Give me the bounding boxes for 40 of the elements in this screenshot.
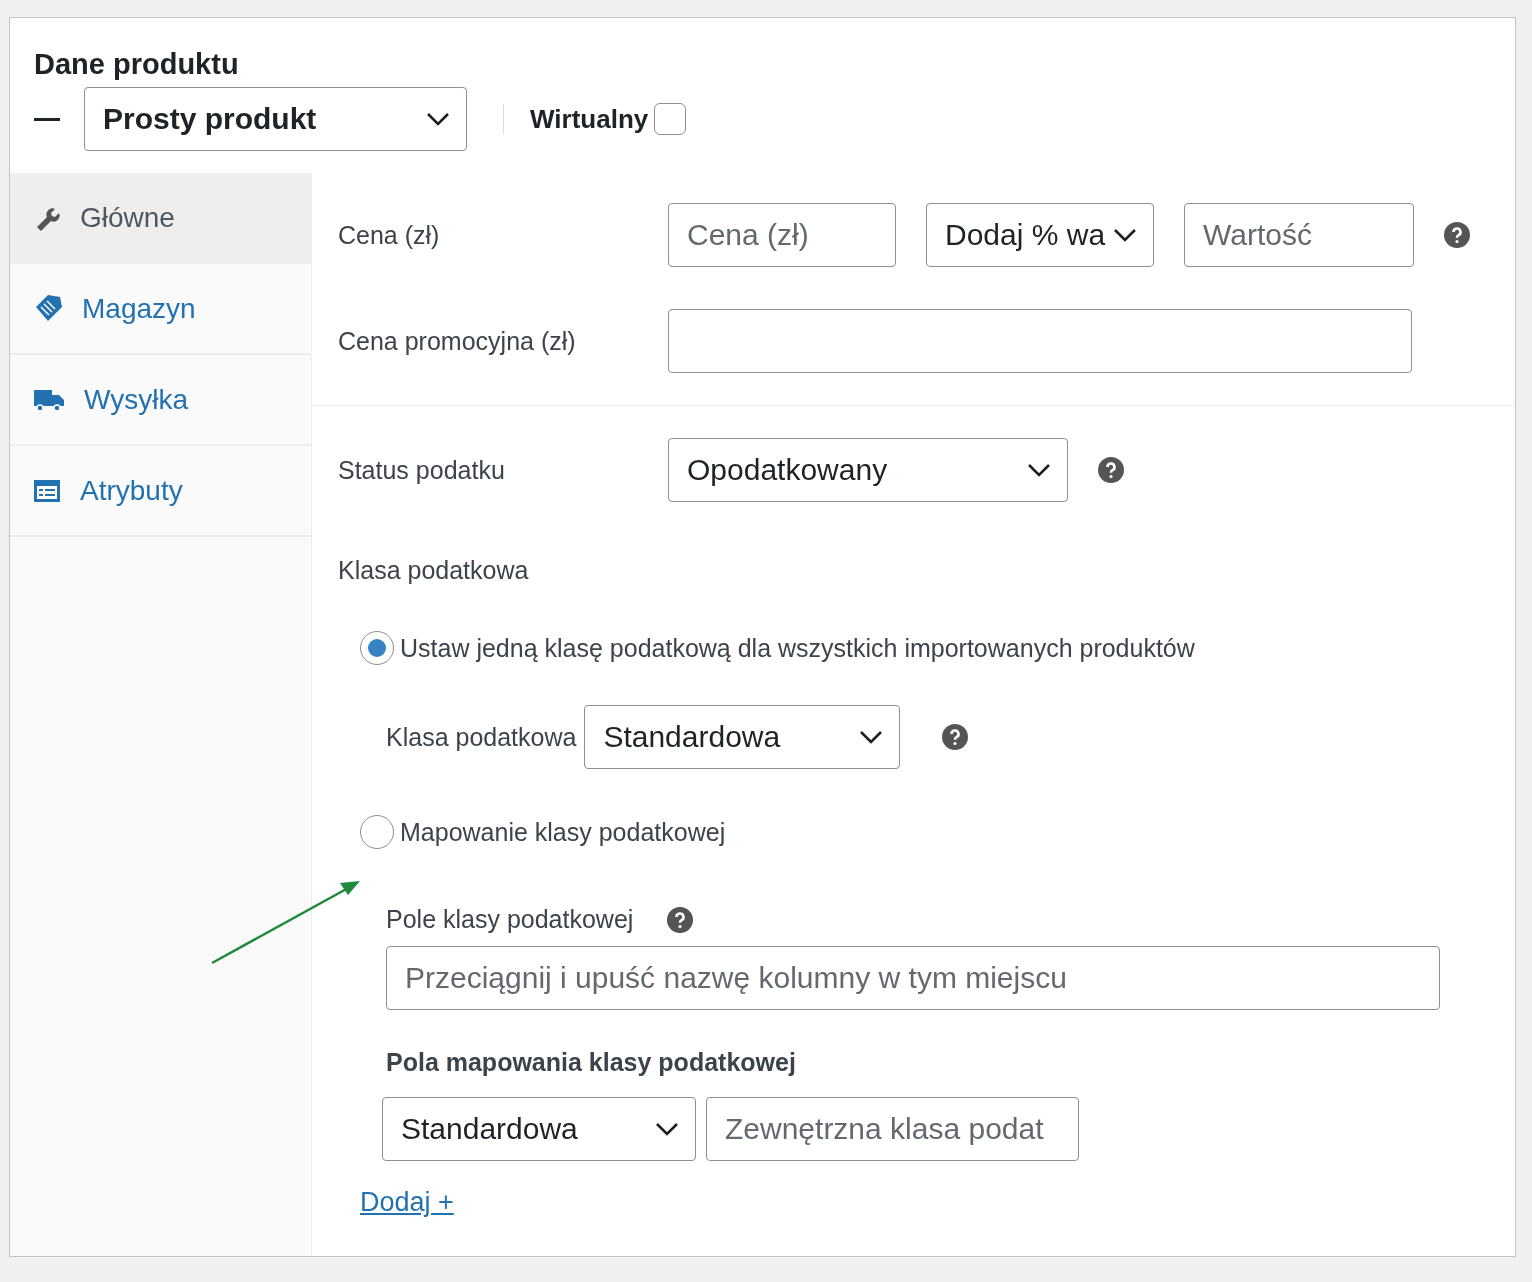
- price-field[interactable]: Cena (zł): [668, 203, 896, 267]
- help-icon[interactable]: [942, 724, 969, 750]
- sidebar-tab[interactable]: Wysyłka: [10, 355, 311, 446]
- chevron-down-icon: [655, 1122, 679, 1136]
- external-class-field[interactable]: Zewnętrzna klasa podat: [706, 1097, 1079, 1161]
- sidebar-tab[interactable]: Magazyn: [10, 264, 311, 355]
- truck-icon: [34, 387, 64, 412]
- sidebar-tab[interactable]: Atrybuty: [10, 446, 311, 537]
- virtual-checkbox-label[interactable]: Wirtualny: [530, 103, 649, 135]
- price-adjust-select[interactable]: Dodaj % wa: [926, 203, 1154, 267]
- chevron-down-icon: [859, 730, 884, 744]
- panel-title: Dane produktu: [34, 48, 240, 81]
- field-label: Status podatku: [338, 455, 506, 485]
- add-link[interactable]: Dodaj +: [360, 1187, 454, 1218]
- chevron-down-icon: [1113, 228, 1137, 242]
- list-icon: [34, 479, 60, 502]
- value-field[interactable]: Wartość: [1184, 203, 1414, 267]
- product-type-select[interactable]: Prosty produkt: [84, 87, 467, 151]
- chevron-down-icon: [1027, 463, 1051, 477]
- sidebar-tab[interactable]: Główne: [10, 173, 311, 264]
- field-label: Cena (zł): [338, 220, 441, 250]
- field-label: Cena promocyjna (zł): [338, 326, 577, 356]
- radio-label[interactable]: Ustaw jedną klasę podatkową dla wszystkich importowanych produktów: [400, 633, 1195, 663]
- virtual-checkbox[interactable]: [654, 103, 687, 135]
- tax-status-select[interactable]: Opodatkowany: [668, 438, 1068, 502]
- field-label: Pole klasy podatkowej: [386, 905, 634, 934]
- field-label: Klasa podatkowa: [338, 556, 530, 585]
- sale-price-field[interactable]: [668, 309, 1412, 373]
- field-label: Klasa podatkowa: [386, 722, 577, 752]
- section-heading: Pola mapowania klasy podatkowej: [386, 1048, 797, 1077]
- tax-class-select[interactable]: Standardowa: [382, 1097, 696, 1161]
- help-icon[interactable]: [1098, 457, 1124, 483]
- tag-icon: [34, 294, 62, 323]
- collapse-icon[interactable]: [34, 117, 60, 121]
- help-icon[interactable]: [1444, 222, 1470, 248]
- radio-label[interactable]: Mapowanie klasy podatkowej: [400, 817, 726, 847]
- help-icon[interactable]: [667, 906, 694, 933]
- drop-field[interactable]: Przeciągnij i upuść nazwę kolumny w tym miejscu: [386, 946, 1440, 1010]
- chevron-down-icon: [426, 112, 450, 126]
- tax-class-select[interactable]: Standardowa: [584, 705, 901, 769]
